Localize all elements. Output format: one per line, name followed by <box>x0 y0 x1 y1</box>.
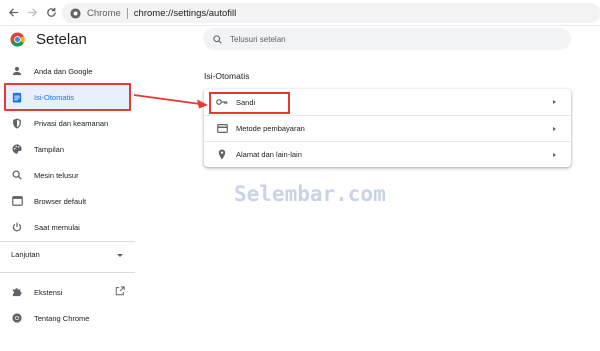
watermark-text: Selembar.com <box>234 182 386 206</box>
row-addresses[interactable]: Alamat dan lain-lain <box>204 141 571 167</box>
sidebar-item-default-browser[interactable]: Browser default <box>0 188 130 214</box>
settings-page: Chrome chrome://settings/autofill Setela… <box>0 0 600 351</box>
search-icon <box>11 169 23 181</box>
sidebar-advanced-toggle[interactable]: Lanjutan <box>11 250 40 259</box>
chevron-down-icon[interactable] <box>117 254 123 257</box>
sidebar-item-label: Tampilan <box>34 144 65 154</box>
chevron-right-icon <box>553 100 556 104</box>
person-icon <box>11 65 23 77</box>
reload-icon[interactable] <box>44 5 58 19</box>
site-label: Chrome <box>87 7 121 19</box>
sidebar-item-label: Mesin telusur <box>34 170 79 180</box>
credit-card-icon <box>216 123 228 135</box>
address-bar[interactable]: Chrome chrome://settings/autofill <box>62 3 600 23</box>
sidebar-item-you-and-google[interactable]: Anda dan Google <box>0 58 130 84</box>
sidebar-item-label: Saat memulai <box>34 222 80 232</box>
search-placeholder: Telusuri setelan <box>230 34 286 44</box>
chevron-right-icon <box>553 126 556 131</box>
browser-toolbar: Chrome chrome://settings/autofill <box>0 0 600 26</box>
chrome-icon <box>11 312 23 324</box>
chrome-site-icon <box>70 7 81 19</box>
sidebar-divider <box>0 241 135 242</box>
sidebar-item-label: Ekstensi <box>34 287 63 297</box>
palette-icon <box>11 143 23 155</box>
section-title: Isi-Otomatis <box>204 71 250 81</box>
row-label: Metode pembayaran <box>236 124 305 133</box>
chrome-logo-icon <box>10 32 25 47</box>
open-in-new-icon[interactable] <box>115 286 126 297</box>
row-label: Alamat dan lain-lain <box>236 150 302 159</box>
sidebar-item-search-engine[interactable]: Mesin telusur <box>0 162 130 188</box>
search-icon <box>213 34 222 44</box>
sidebar-item-label: Browser default <box>34 196 87 206</box>
power-icon <box>11 221 23 233</box>
sidebar-item-label: Anda dan Google <box>34 66 93 76</box>
highlight-box-passwords <box>209 92 290 114</box>
sidebar-item-privacy[interactable]: Privasi dan keamanan <box>0 110 130 136</box>
sidebar-item-label: Privasi dan keamanan <box>34 118 109 128</box>
sidebar-divider <box>0 272 135 273</box>
settings-search-input[interactable]: Telusuri setelan <box>203 28 571 50</box>
forward-arrow-icon[interactable] <box>25 5 39 19</box>
sidebar-item-appearance[interactable]: Tampilan <box>0 136 130 162</box>
sidebar-item-about-chrome[interactable]: Tentang Chrome <box>0 305 130 331</box>
highlight-box-sidebar <box>4 83 131 111</box>
address-separator <box>126 7 128 19</box>
browser-icon <box>11 195 23 207</box>
url-text: chrome://settings/autofill <box>133 7 237 19</box>
page-title: Setelan <box>36 31 87 48</box>
location-pin-icon <box>216 149 228 161</box>
sidebar-item-label: Tentang Chrome <box>34 313 90 323</box>
puzzle-icon <box>11 286 23 298</box>
sidebar-item-on-startup[interactable]: Saat memulai <box>0 214 130 240</box>
back-arrow-icon[interactable] <box>6 5 20 19</box>
sidebar-item-extensions[interactable]: Ekstensi <box>0 279 130 305</box>
row-payment-methods[interactable]: Metode pembayaran <box>204 115 571 141</box>
chevron-right-icon <box>553 152 556 157</box>
shield-icon <box>11 117 23 129</box>
